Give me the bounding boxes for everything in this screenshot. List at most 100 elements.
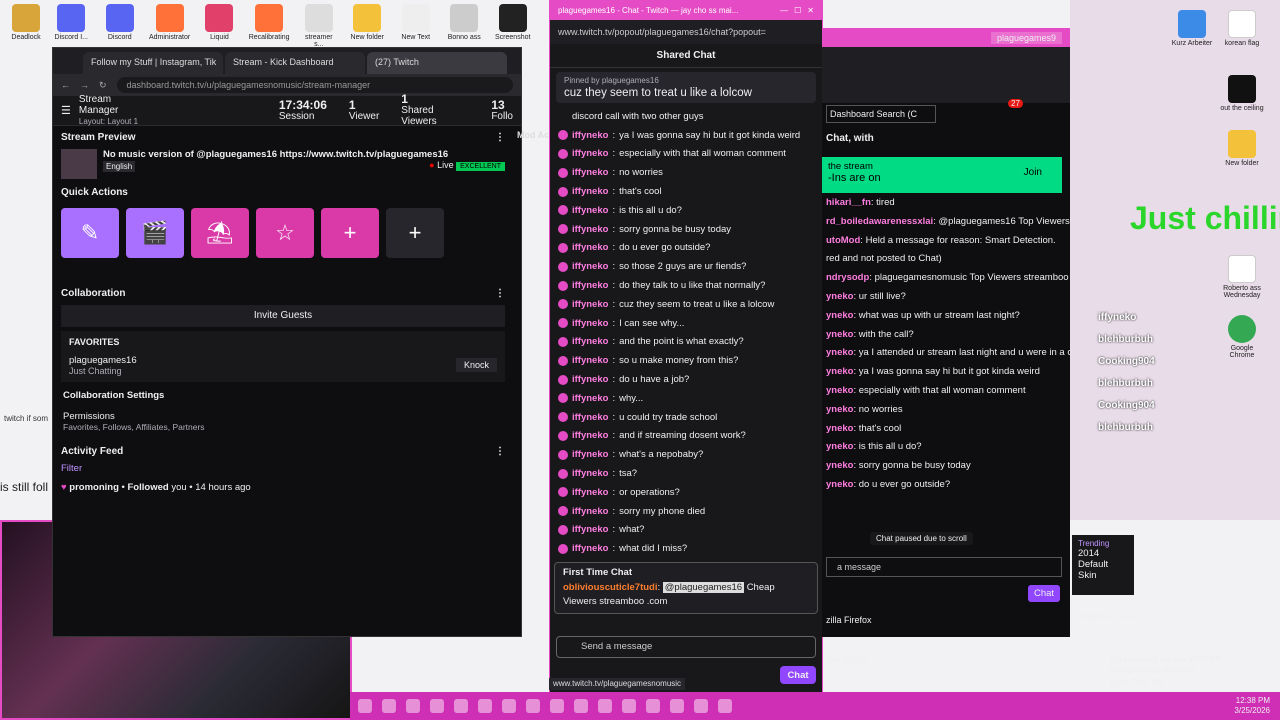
folder-icon[interactable]: New folder — [348, 4, 386, 46]
tab-instagram[interactable]: Follow my Stuff | Instagram, Tik — [83, 52, 223, 74]
friends-label[interactable]: Friends & Chat — [1080, 612, 1133, 621]
chat-username[interactable]: iffyneko — [572, 130, 608, 141]
video-title[interactable]: I'm Looking for the WORST Setup on the I… — [1110, 654, 1222, 676]
chat-username[interactable]: yneko — [826, 347, 853, 358]
tab-kick[interactable]: Stream - Kick Dashboard — [225, 52, 365, 74]
add-action-button[interactable]: + — [386, 208, 444, 258]
clock[interactable]: 12:38 PM 3/25/2026 — [1234, 696, 1280, 716]
chat-username[interactable]: yneko — [826, 329, 853, 340]
taskbar-app-icon[interactable] — [670, 699, 684, 713]
chat-username[interactable]: iffyneko — [572, 280, 608, 291]
chrome-icon[interactable]: Google Chrome — [1220, 315, 1264, 359]
minimize-icon[interactable]: — — [780, 6, 788, 15]
pinned-message[interactable]: Pinned by plaguegames16 cuz they seem to… — [556, 72, 816, 103]
file-icon[interactable]: Bonno ass — [445, 4, 483, 46]
chat-username[interactable]: iffyneko — [572, 355, 608, 366]
tab-twitch[interactable]: (27) Twitch — [367, 52, 507, 74]
korean-flag-icon[interactable]: korean flag — [1220, 10, 1264, 47]
chat-username[interactable]: yneko — [826, 423, 853, 434]
send-message-input[interactable]: Send a message — [556, 636, 816, 658]
chat-username[interactable]: yneko — [826, 310, 853, 321]
collaboration-header[interactable]: Collaboration ⋮ — [53, 282, 513, 305]
chat-username[interactable]: iffyneko — [572, 148, 608, 159]
chat-username[interactable]: iffyneko — [572, 224, 608, 235]
chat-username[interactable]: yneko — [826, 366, 853, 377]
chat-username[interactable]: iffyneko — [572, 299, 608, 310]
chat-username[interactable]: iffyneko — [572, 524, 608, 535]
chat-username[interactable]: iffyneko — [572, 449, 608, 460]
knock-button[interactable]: Knock — [455, 358, 497, 372]
chat-username[interactable]: hikari__fn — [826, 197, 871, 208]
taskbar-app-icon[interactable] — [646, 699, 660, 713]
chat-username[interactable]: iffyneko — [572, 393, 608, 404]
chat-url-bar[interactable]: www.twitch.tv/popout/plaguegames16/chat?… — [550, 20, 822, 44]
taskbar-app-icon[interactable] — [430, 699, 444, 713]
chat-username[interactable]: iffyneko — [572, 468, 608, 479]
firefox-icon[interactable]: Administrator — [149, 4, 190, 46]
taskbar-app-icon[interactable] — [718, 699, 732, 713]
taskbar-app-icon[interactable] — [550, 699, 564, 713]
profile-label[interactable]: plaguegames9 — [990, 32, 1062, 44]
chat-username[interactable]: iffyneko — [572, 205, 608, 216]
chat-username[interactable]: iffyneko — [572, 430, 608, 441]
maximize-icon[interactable]: ☐ — [794, 6, 801, 15]
right-send-input[interactable]: a message — [826, 557, 1062, 577]
close-icon[interactable]: ✕ — [807, 6, 814, 15]
invite-guests-button[interactable]: Invite Guests — [61, 305, 505, 327]
chat-paused-indicator[interactable]: Chat paused due to scroll — [870, 532, 973, 545]
get-kicks-label[interactable]: Get KICKs — [826, 655, 869, 665]
taskbar-app-icon[interactable] — [622, 699, 636, 713]
screenshot-icon[interactable]: Screenshot — [493, 4, 531, 46]
map-pin-icon[interactable]: Liquid — [200, 4, 238, 46]
permissions-label[interactable]: Permissions — [63, 411, 503, 422]
chat-username[interactable]: rd_boiledawarenessxlai — [826, 216, 933, 227]
star-icon[interactable]: ☆ — [256, 208, 314, 258]
chat-username[interactable]: iffyneko — [572, 318, 608, 329]
folder-icon[interactable]: New folder — [1220, 130, 1264, 167]
back-icon[interactable]: ← — [61, 80, 70, 90]
chat-username[interactable]: yneko — [826, 291, 853, 302]
filter-link[interactable]: Filter — [53, 463, 513, 474]
discord-icon[interactable]: Discord I... — [52, 4, 90, 46]
taskbar-app-icon[interactable] — [358, 699, 372, 713]
taskbar-app-icon[interactable] — [526, 699, 540, 713]
taskbar-app-icon[interactable] — [598, 699, 612, 713]
join-button[interactable]: Join — [1024, 167, 1042, 178]
chat-username[interactable]: iffyneko — [572, 543, 608, 554]
forward-icon[interactable]: → — [80, 80, 89, 90]
text-file-icon[interactable]: New Text — [397, 4, 435, 46]
activity-feed-header[interactable]: Activity Feed ⋮ — [53, 440, 513, 463]
dashboard-search[interactable]: Dashboard Search (C — [826, 105, 936, 123]
chat-username[interactable]: yneko — [826, 441, 853, 452]
chat-username[interactable]: yneko — [826, 385, 853, 396]
taskbar-app-icon[interactable] — [382, 699, 396, 713]
chat-send-button[interactable]: Chat — [780, 666, 816, 684]
taskbar-app-icon[interactable] — [454, 699, 468, 713]
chat-username[interactable]: iffyneko — [572, 506, 608, 517]
chat-username[interactable]: iffyneko — [572, 412, 608, 423]
edit-icon[interactable]: ✎ — [61, 208, 119, 258]
taskbar-app-icon[interactable] — [406, 699, 420, 713]
url-field[interactable]: dashboard.twitch.tv/u/plaguegamesnomusic… — [116, 77, 513, 93]
text-file-icon[interactable]: Roberto ass Wednesday — [1220, 255, 1264, 299]
chat-username[interactable]: iffyneko — [572, 242, 608, 253]
desktop-icon[interactable]: Deadlock — [4, 4, 48, 41]
firefox-icon[interactable]: Recalibrating — [249, 4, 290, 46]
chat-username[interactable]: iffyneko — [572, 186, 608, 197]
chat-username[interactable]: yneko — [826, 460, 853, 471]
discord-icon[interactable]: Discord — [100, 4, 138, 46]
chat-username[interactable]: utoMod — [826, 235, 860, 246]
right-chat-button[interactable]: Chat — [1028, 585, 1061, 602]
chat-username[interactable]: iffyneko — [572, 487, 608, 498]
taskbar-app-icon[interactable] — [694, 699, 708, 713]
clapper-icon[interactable]: 🎬 — [126, 208, 184, 258]
desktop-icon[interactable]: Kurz Arbeiter — [1170, 10, 1214, 47]
chat-username[interactable]: iffyneko — [572, 167, 608, 178]
chat-username[interactable]: yneko — [826, 404, 853, 415]
taskbar-app-icon[interactable] — [502, 699, 516, 713]
add-user-icon[interactable]: + — [321, 208, 379, 258]
file-icon[interactable]: out the ceiling — [1220, 75, 1264, 112]
chat-username[interactable]: iffyneko — [572, 336, 608, 347]
chat-username[interactable]: ndrysodp — [826, 272, 869, 283]
file-icon[interactable]: streamer s... — [300, 4, 338, 48]
